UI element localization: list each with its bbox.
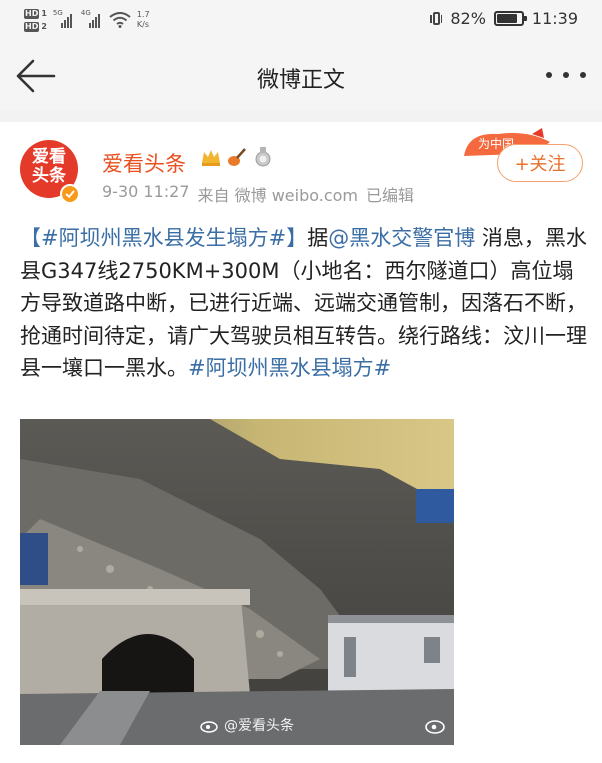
post-meta: 9-30 11:27 来自 微博 weibo.com 已编辑 [102, 182, 414, 206]
hd-indicator-2: HD 2 [24, 21, 47, 32]
verified-icon [60, 184, 80, 204]
status-right: 82% 11:39 [430, 9, 578, 28]
battery-icon [493, 11, 527, 26]
follow-button[interactable]: +关注 [497, 144, 583, 182]
topic-tag[interactable]: 【#阿坝州黑水县发生塌方#】 [20, 226, 307, 250]
edited-flag: 已编辑 [366, 186, 415, 205]
status-bar: HD 1 HD 2 5G 4G 1.7 K/s 82% 11:39 [0, 0, 602, 40]
page-title: 微博正文 [256, 68, 345, 93]
weibo-logo-icon [425, 720, 445, 734]
more-dots-icon[interactable] [546, 64, 586, 86]
guitar-badge-icon [228, 148, 246, 166]
wifi-icon [109, 12, 131, 28]
post-source: 来自 微博 weibo.com [197, 186, 358, 205]
post-card: 爱看 头条 爱看头条 9-30 11:27 来自 微博 weibo.com 已编辑… [0, 122, 602, 763]
signal-icon-2: 4G [81, 9, 103, 28]
signal-icon-1: 5G [53, 9, 75, 28]
status-left: HD 1 HD 2 5G 4G 1.7 K/s [24, 6, 150, 34]
image-watermark: @爱看头条 [200, 715, 294, 735]
mention-link[interactable]: @黑水交警官博 [328, 226, 475, 250]
post-time: 9-30 11:27 [102, 182, 190, 201]
user-badges [200, 146, 274, 168]
weibo-logo-icon [200, 721, 218, 733]
nav-bar: 微博正文 [0, 40, 602, 110]
avatar-text: 爱看 头条 [32, 147, 66, 186]
vibrate-icon [430, 12, 443, 25]
post-image[interactable]: @爱看头条 [20, 419, 454, 745]
clock: 11:39 [531, 9, 578, 28]
post-text: 【#阿坝州黑水县发生塌方#】据@黑水交警官博 消息，黑水县G347线2750KM… [20, 226, 587, 380]
medal-badge-icon [255, 147, 271, 167]
author-name[interactable]: 爱看头条 [102, 148, 186, 178]
landslide-photo [20, 419, 454, 745]
battery-percent: 82% [450, 9, 486, 28]
crown-badge-icon [202, 150, 220, 166]
hd-indicator-1: HD 1 [24, 8, 47, 19]
topic-tag[interactable]: #阿坝州黑水县塌方# [188, 356, 391, 380]
network-speed: 1.7 K/s [136, 10, 150, 29]
